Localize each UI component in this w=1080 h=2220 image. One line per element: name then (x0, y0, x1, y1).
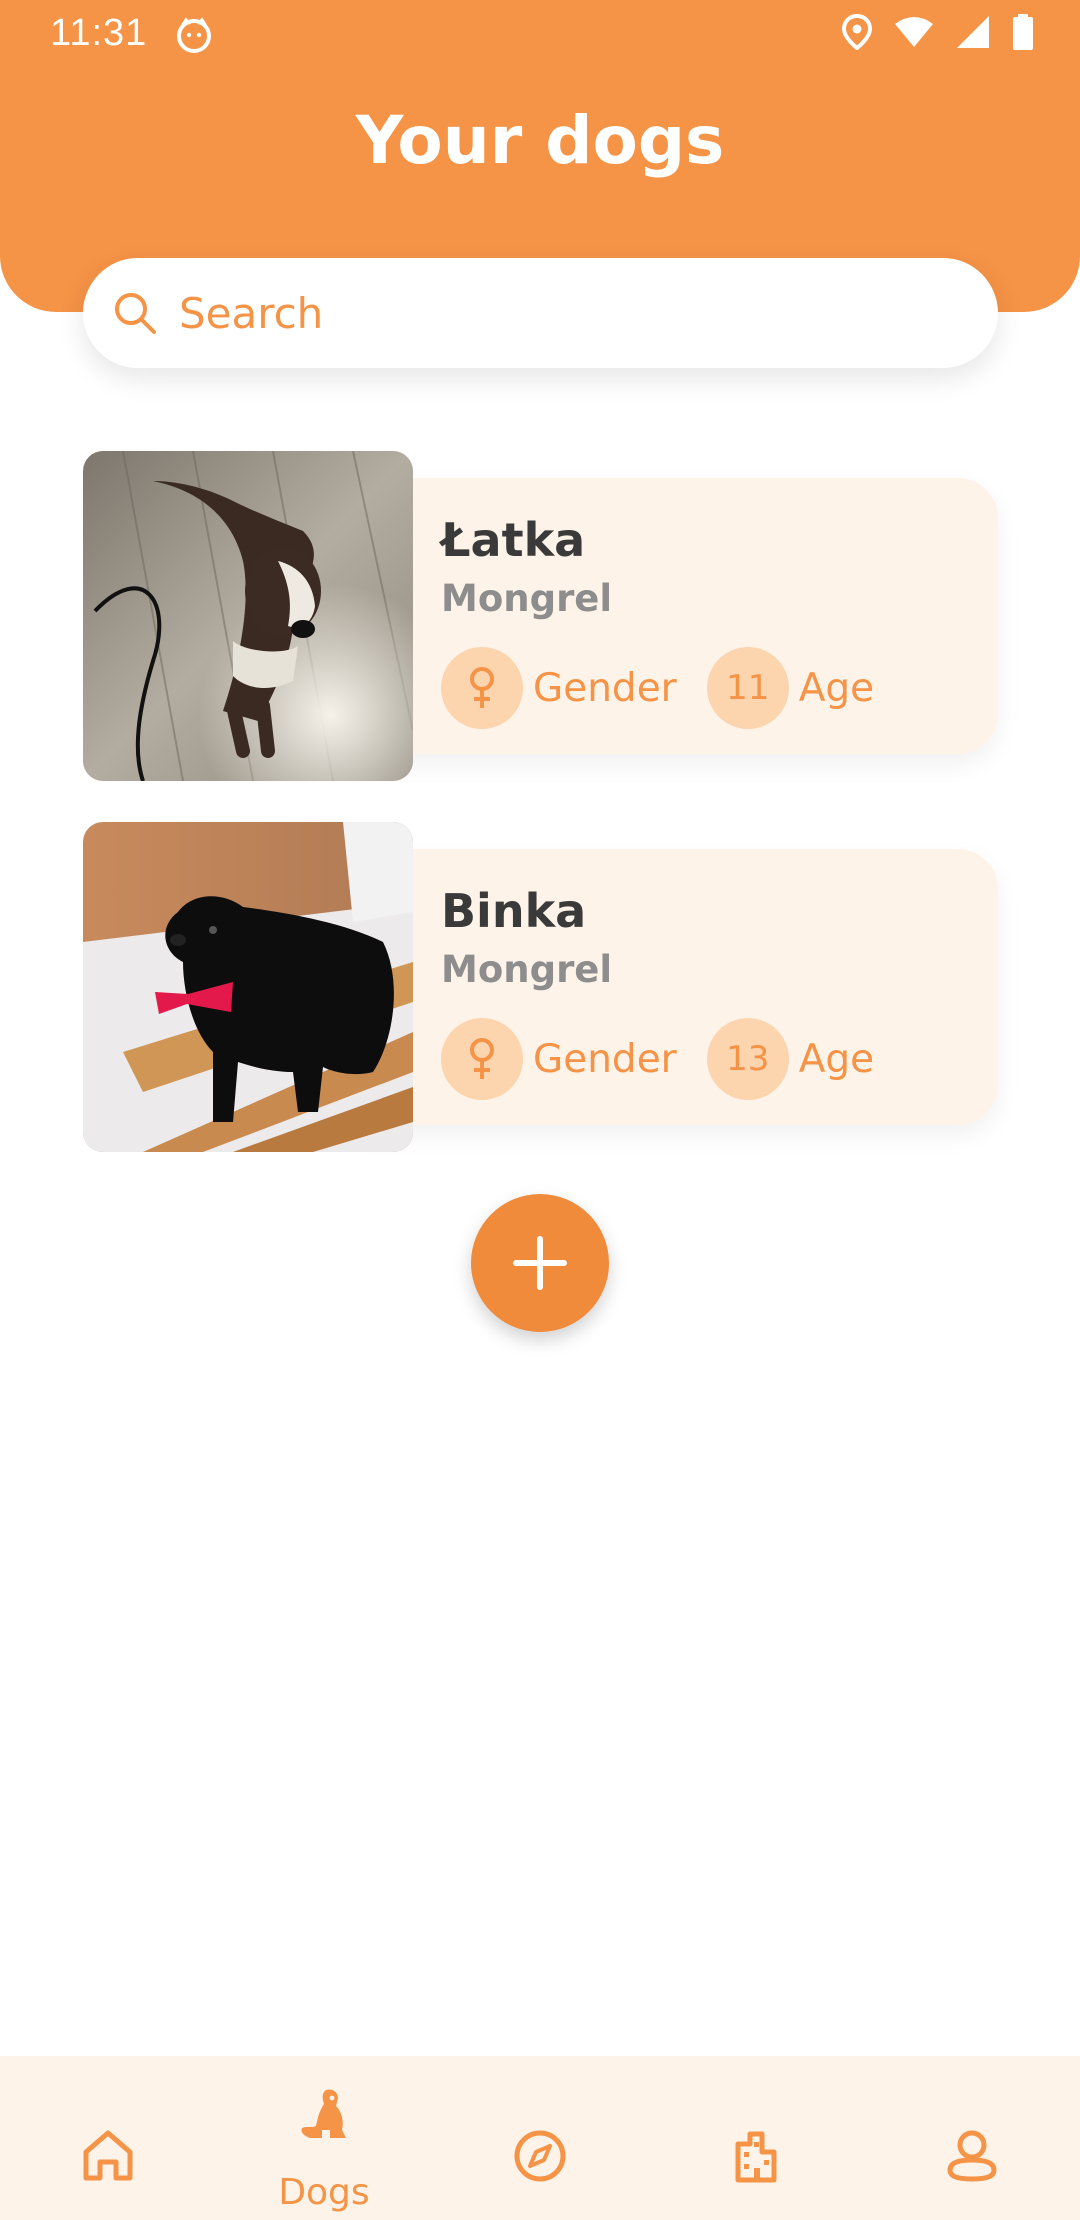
profile-icon (947, 2130, 997, 2182)
dog-breed: Mongrel (441, 577, 613, 620)
status-bar: 11:31 (0, 0, 1080, 66)
dog-card-binka[interactable]: Binka Mongrel Gender 13 Age (83, 822, 998, 1152)
nav-places[interactable] (648, 2056, 864, 2220)
nav-dogs[interactable]: Dogs (216, 2056, 432, 2220)
battery-icon (1013, 14, 1033, 50)
female-gender-icon (441, 647, 523, 729)
cat-notification-icon (177, 17, 211, 53)
dog-card-latka[interactable]: Łatka Mongrel Gender 11 Age (83, 451, 998, 781)
search-input[interactable] (179, 278, 959, 348)
signal-icon (957, 16, 989, 48)
building-icon (735, 2131, 777, 2183)
dog-name: Łatka (441, 513, 586, 567)
age-label: Age (798, 1036, 875, 1082)
add-dog-button[interactable] (471, 1194, 609, 1332)
location-icon (842, 14, 872, 50)
dog-name: Binka (441, 884, 587, 938)
status-icons (842, 14, 1034, 50)
nav-dogs-label: Dogs (278, 2172, 370, 2213)
nav-explore[interactable] (432, 2056, 648, 2220)
wifi-icon (895, 17, 933, 47)
dog-icon (301, 2089, 346, 2138)
dog-photo[interactable] (83, 451, 413, 781)
compass-icon (514, 2130, 566, 2182)
age-label: Age (798, 665, 875, 711)
gender-label: Gender (533, 665, 677, 711)
search-bar[interactable] (83, 258, 998, 368)
search-icon (115, 293, 156, 334)
home-icon (83, 2130, 133, 2181)
dog-stats: Gender 13 Age (441, 1018, 874, 1100)
dog-photo[interactable] (83, 822, 413, 1152)
age-badge: 11 (706, 647, 789, 729)
nav-profile[interactable] (864, 2056, 1080, 2220)
status-time: 11:31 (50, 12, 148, 54)
dog-stats: Gender 11 Age (441, 647, 874, 729)
nav-home[interactable] (0, 2056, 216, 2220)
plus-icon (513, 1236, 567, 1290)
bottom-nav: Dogs (0, 2056, 1080, 2220)
dog-breed: Mongrel (441, 948, 613, 991)
gender-label: Gender (533, 1036, 677, 1082)
age-badge: 13 (706, 1018, 789, 1100)
page-title: Your dogs (355, 102, 725, 179)
female-gender-icon (441, 1018, 523, 1100)
